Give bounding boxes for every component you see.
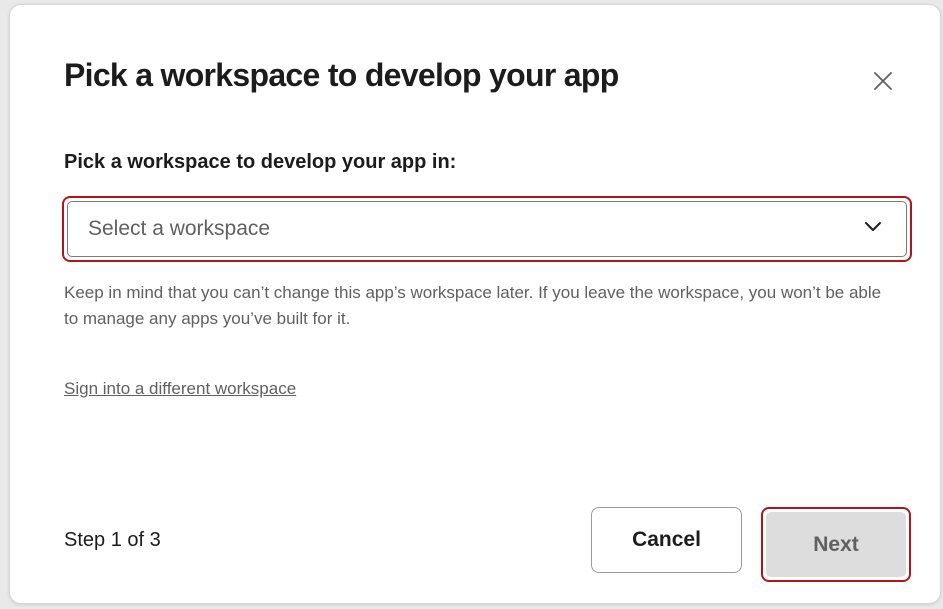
- cancel-button[interactable]: Cancel: [591, 507, 742, 573]
- close-button[interactable]: [867, 65, 899, 97]
- dialog-title: Pick a workspace to develop your app: [64, 57, 619, 93]
- close-x-icon: [873, 71, 893, 91]
- workspace-field-label: Pick a workspace to develop your app in:: [64, 151, 457, 173]
- next-button[interactable]: Next: [761, 507, 911, 582]
- workspace-select-placeholder: Select a workspace: [88, 217, 271, 240]
- next-button-label: Next: [766, 512, 906, 577]
- create-app-dialog: Pick a workspace to develop your app Pic…: [9, 4, 941, 604]
- workspace-select[interactable]: Select a workspace: [62, 196, 912, 262]
- workspace-select-box[interactable]: Select a workspace: [67, 201, 907, 257]
- step-indicator: Step 1 of 3: [64, 529, 161, 551]
- chevron-down-icon: [864, 220, 882, 238]
- sign-in-different-workspace-link[interactable]: Sign into a different workspace: [64, 379, 296, 399]
- workspace-hint-text: Keep in mind that you can’t change this …: [64, 283, 882, 328]
